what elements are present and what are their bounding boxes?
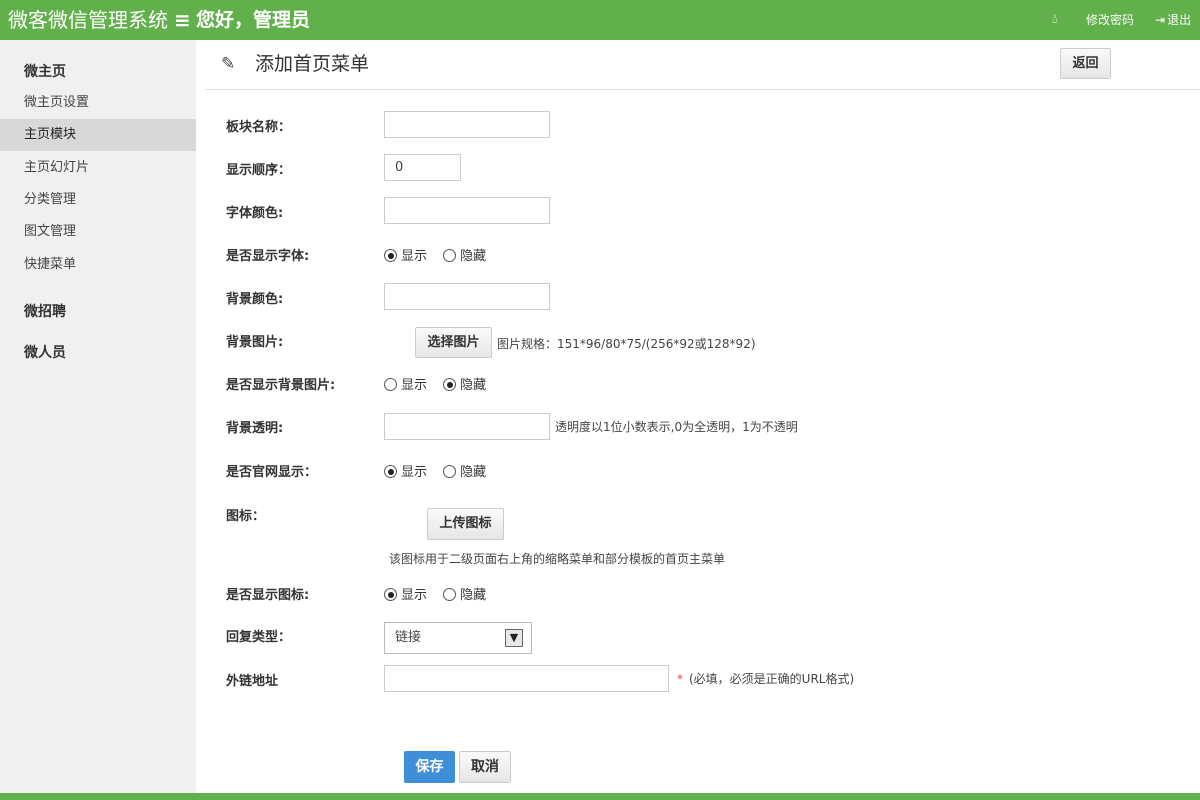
show-official-label: 是否官网显示： <box>226 465 318 480</box>
reply-type-select[interactable]: 链接 ▼ <box>384 622 532 654</box>
show-icon-option-hide[interactable]: 隐藏 <box>443 588 486 603</box>
bg-color-label: 背景颜色: <box>226 292 284 307</box>
font-color-label: 字体颜色: <box>226 206 284 221</box>
external-url-label: 外链地址 <box>226 674 279 689</box>
radio-unselected-icon <box>443 249 457 262</box>
sidebar-section-staff[interactable]: 微人员 <box>24 342 66 362</box>
choose-image-button[interactable]: 选择图片 <box>415 327 492 358</box>
reply-type-value: 链接 <box>395 630 422 645</box>
radio-selected-icon <box>384 465 397 478</box>
block-name-input[interactable] <box>384 111 550 138</box>
page-header: ✎ 添加首页菜单 返回 <box>205 40 1200 90</box>
block-name-label: 板块名称： <box>226 120 292 135</box>
show-official-option-hide[interactable]: 隐藏 <box>443 465 486 480</box>
sidebar-item-article-management[interactable]: 图文管理 <box>0 216 196 248</box>
bg-opacity-hint: 透明度以1位小数表示,0为全透明，1为不透明 <box>555 420 798 434</box>
bottom-bar <box>0 793 1200 800</box>
logout-link[interactable]: ⇥ 退出 <box>1155 12 1191 28</box>
show-bg-image-option-show[interactable]: 显示 <box>384 378 427 393</box>
radio-label: 隐藏 <box>460 249 487 264</box>
external-url-hint: (必填，必须是正确的URL格式) <box>689 672 855 686</box>
sidebar-item-shortcut-menu[interactable]: 快捷菜单 <box>0 249 196 281</box>
show-icon-radio-group: 显示 隐藏 <box>384 587 498 605</box>
bg-opacity-label: 背景透明: <box>226 421 284 436</box>
reply-type-label: 回复类型： <box>226 630 292 645</box>
chevron-down-icon[interactable]: ▼ <box>505 629 523 647</box>
icon-hint: 该图标用于二级页面右上角的缩略菜单和部分模板的首页主菜单 <box>389 552 726 566</box>
sidebar-item-homepage-modules[interactable]: 主页模块 <box>0 119 196 151</box>
edit-icon: ✎ <box>221 54 236 74</box>
bg-color-input[interactable] <box>384 283 550 310</box>
bg-image-label: 背景图片: <box>226 335 284 350</box>
bg-opacity-input[interactable] <box>384 413 550 440</box>
show-font-option-hide[interactable]: 隐藏 <box>443 249 486 264</box>
external-url-input[interactable] <box>384 665 669 692</box>
radio-label: 显示 <box>401 588 428 603</box>
sidebar-section-recruitment[interactable]: 微招聘 <box>24 301 66 321</box>
sidebar-section-weizhuye[interactable]: 微主页 <box>24 61 66 81</box>
radio-selected-icon <box>384 249 397 262</box>
logout-label: 退出 <box>1167 13 1192 27</box>
show-bg-image-option-hide[interactable]: 隐藏 <box>443 378 486 393</box>
radio-label: 显示 <box>401 378 428 393</box>
radio-unselected-icon <box>443 588 457 601</box>
back-button[interactable]: 返回 <box>1060 48 1111 79</box>
display-order-label: 显示顺序： <box>226 163 292 178</box>
top-bar: 微客微信管理系统 ≡ 您好，管理员 💧︎ 修改密码 ⇥ 退出 <box>0 0 1200 40</box>
sidebar-item-homepage-settings[interactable]: 微主页设置 <box>0 87 196 119</box>
bg-image-hint: 图片规格：151*96/80*75/(256*92或128*92) <box>497 337 756 351</box>
font-color-input[interactable] <box>384 197 550 224</box>
required-mark: * <box>677 672 683 686</box>
radio-selected-icon <box>443 378 457 391</box>
show-font-option-show[interactable]: 显示 <box>384 249 427 264</box>
radio-selected-icon <box>384 588 397 601</box>
radio-label: 显示 <box>401 465 428 480</box>
logout-icon: ⇥ <box>1155 13 1166 27</box>
page-title: 添加首页菜单 <box>255 53 370 75</box>
radio-unselected-icon <box>443 465 457 478</box>
external-url-hint-wrap: * (必填，必须是正确的URL格式) <box>677 671 854 687</box>
radio-label: 显示 <box>401 249 428 264</box>
show-icon-option-show[interactable]: 显示 <box>384 588 427 603</box>
radio-label: 隐藏 <box>460 588 487 603</box>
upload-icon-button[interactable]: 上传图标 <box>427 508 504 540</box>
show-official-radio-group: 显示 隐藏 <box>384 464 498 482</box>
greeting-text: 您好，管理员 <box>196 9 311 31</box>
show-font-label: 是否显示字体: <box>226 249 310 264</box>
display-order-input[interactable]: 0 <box>384 154 461 181</box>
show-font-radio-group: 显示 隐藏 <box>384 248 498 266</box>
app-title: 微客微信管理系统 <box>8 8 168 32</box>
droplet-icon: 💧︎ <box>1052 11 1058 27</box>
show-official-option-show[interactable]: 显示 <box>384 465 427 480</box>
cancel-button[interactable]: 取消 <box>459 751 511 783</box>
sidebar: 微主页 微主页设置 主页模块 主页幻灯片 分类管理 图文管理 快捷菜单 微招聘 … <box>0 40 196 793</box>
icon-label: 图标： <box>226 509 266 524</box>
change-password-link[interactable]: 修改密码 <box>1086 12 1134 28</box>
radio-label: 隐藏 <box>460 378 487 393</box>
menu-icon[interactable]: ≡ <box>174 6 191 34</box>
sidebar-item-category-management[interactable]: 分类管理 <box>0 184 196 216</box>
sidebar-item-homepage-slides[interactable]: 主页幻灯片 <box>0 152 196 184</box>
show-icon-label: 是否显示图标: <box>226 588 310 603</box>
show-bg-image-radio-group: 显示 隐藏 <box>384 377 498 395</box>
save-button[interactable]: 保存 <box>404 751 455 783</box>
radio-unselected-icon <box>384 378 397 391</box>
radio-label: 隐藏 <box>460 465 487 480</box>
show-bg-image-label: 是否显示背景图片: <box>226 378 336 393</box>
